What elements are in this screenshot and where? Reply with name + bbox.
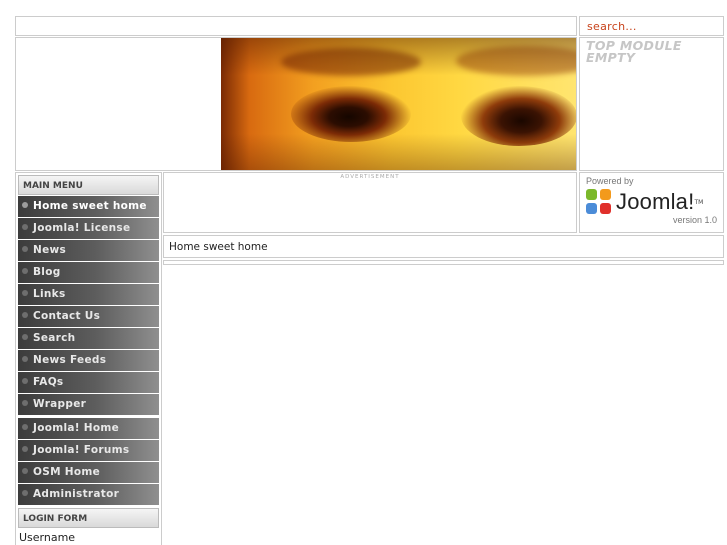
content-divider (163, 260, 724, 265)
menu-item-label: Wrapper (33, 398, 87, 410)
breadcrumb-current: Home sweet home (169, 241, 268, 253)
menu-item-search[interactable]: Search (18, 328, 159, 349)
joomla-version: version 1.0 (672, 215, 717, 225)
menu-item-label: Joomla! Forums (33, 444, 130, 456)
menu-item-home-sweet-home[interactable]: Home sweet home (18, 196, 159, 217)
joomla-logo-text: Joomla! (616, 189, 695, 214)
bullet-icon (22, 424, 28, 430)
bullet-icon (22, 268, 28, 274)
menu-item-joomla-forums[interactable]: Joomla! Forums (18, 440, 159, 461)
search-box[interactable] (579, 16, 724, 36)
menu-item-label: News (33, 244, 67, 256)
menu-item-contact-us[interactable]: Contact Us (18, 306, 159, 327)
menu-item-label: Contact Us (33, 310, 101, 322)
bullet-icon (22, 246, 28, 252)
powered-by-text: Powered by (586, 176, 634, 186)
login-form-title: LOGIN FORM (18, 508, 159, 528)
bullet-icon (22, 400, 28, 406)
menu-item-news-feeds[interactable]: News Feeds (18, 350, 159, 371)
menu-item-label: News Feeds (33, 354, 107, 366)
bullet-icon (22, 312, 28, 318)
image-shading (221, 38, 576, 170)
joomla-logo[interactable]: Joomla! TM (586, 189, 717, 215)
menu-item-wrapper[interactable]: Wrapper (18, 394, 159, 415)
bullet-icon (22, 490, 28, 496)
menu-item-administrator[interactable]: Administrator (18, 484, 159, 505)
menu-item-blog[interactable]: Blog (18, 262, 159, 283)
bullet-icon (22, 446, 28, 452)
breadcrumb: Home sweet home (163, 235, 724, 258)
menu-item-label: Search (33, 332, 76, 344)
bullet-icon (22, 290, 28, 296)
menu-item-osm-home[interactable]: OSM Home (18, 462, 159, 483)
top-bar (15, 16, 577, 36)
left-sidebar: MAIN MENU Home sweet home Joomla! Licens… (15, 172, 162, 545)
trademark-icon: TM (694, 198, 704, 206)
bullet-icon (22, 468, 28, 474)
menu-item-label: OSM Home (33, 466, 101, 478)
menu-item-label: Joomla! Home (33, 422, 120, 434)
header-banner (15, 37, 577, 171)
menu-item-joomla-license[interactable]: Joomla! License (18, 218, 159, 239)
joomla-logo-icon (586, 189, 612, 215)
powered-by-box[interactable]: Powered by Joomla! TM version 1.0 (579, 172, 724, 233)
menu-item-label: Home sweet home (33, 200, 147, 212)
advertisement-label: ADVERTISEMENT (340, 174, 400, 180)
menu-item-label: FAQs (33, 376, 64, 388)
username-label: Username (19, 531, 76, 544)
menu-item-faqs[interactable]: FAQs (18, 372, 159, 393)
menu-item-news[interactable]: News (18, 240, 159, 261)
search-input[interactable] (580, 17, 723, 35)
bullet-icon (22, 202, 28, 208)
menu-item-label: Joomla! License (33, 222, 131, 234)
bullet-icon (22, 356, 28, 362)
menu-item-label: Administrator (33, 488, 120, 500)
top-module-empty-text: TOP MODULE EMPTY (586, 38, 682, 65)
bullet-icon (22, 378, 28, 384)
header-eyes-image (221, 38, 576, 170)
main-menu-title: MAIN MENU (18, 175, 159, 195)
menu-item-label: Blog (33, 266, 61, 278)
bullet-icon (22, 334, 28, 340)
top-module: TOP MODULE EMPTY (579, 37, 724, 171)
menu-item-label: Links (33, 288, 66, 300)
menu-item-links[interactable]: Links (18, 284, 159, 305)
menu-item-joomla-home[interactable]: Joomla! Home (18, 418, 159, 439)
bullet-icon (22, 224, 28, 230)
advertisement-box: ADVERTISEMENT (163, 172, 577, 233)
